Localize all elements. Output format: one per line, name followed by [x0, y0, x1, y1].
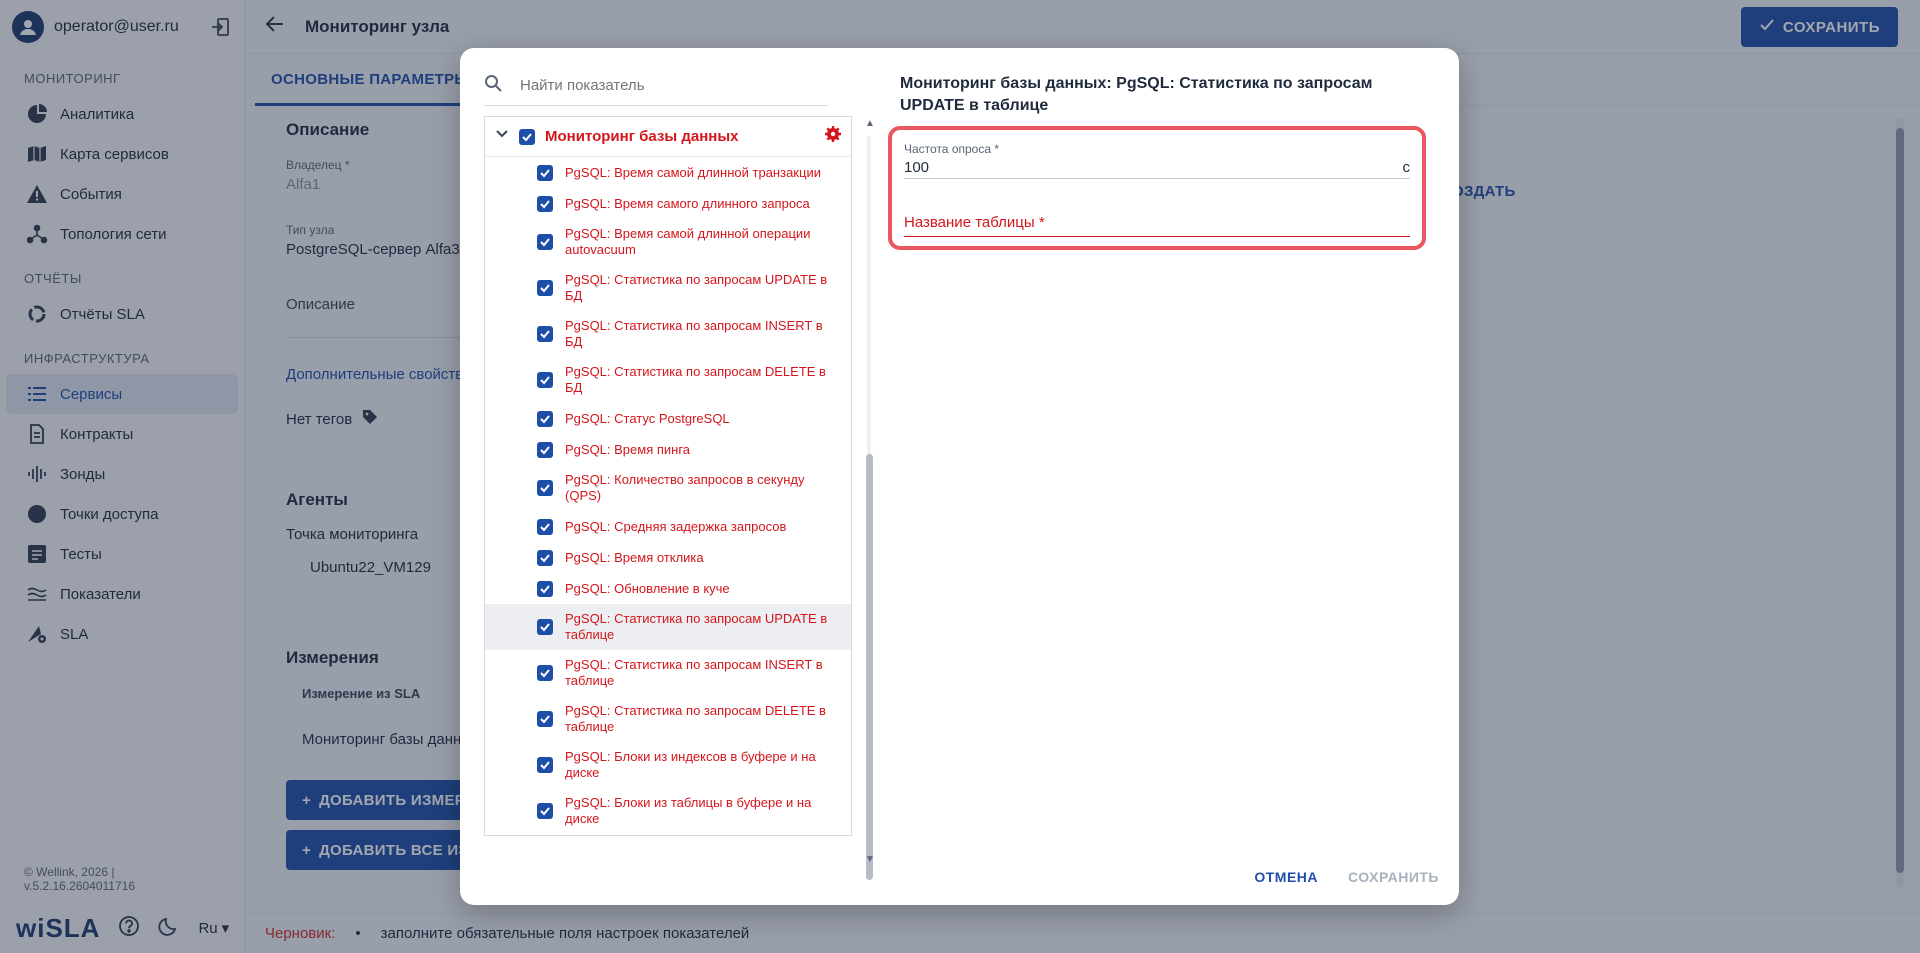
indicator-item-label: PgSQL: Время пинга	[565, 441, 691, 457]
poll-value-input[interactable]: 100	[904, 159, 929, 176]
item-checkbox[interactable]	[537, 280, 553, 296]
indicator-item-label: PgSQL: Время самой длинной операции auto…	[565, 226, 811, 257]
scroll-up-icon[interactable]: ▲	[865, 118, 875, 129]
indicator-item-label: PgSQL: Статистика по запросам DELETE в т…	[565, 703, 826, 734]
indicator-item[interactable]: PgSQL: Обновление в куче	[485, 573, 851, 604]
item-checkbox[interactable]	[537, 372, 553, 388]
indicator-item-label: PgSQL: Обновление в куче	[565, 580, 730, 596]
indicator-item-label: PgSQL: Количество запросов в секунду (QP…	[565, 472, 805, 503]
item-checkbox[interactable]	[537, 326, 553, 342]
indicator-items: PgSQL: Время самой длинной транзакции PgS…	[485, 157, 851, 834]
indicator-item[interactable]: PgSQL: Время пинга	[485, 434, 851, 465]
indicator-item-label: PgSQL: Время отклика	[565, 549, 704, 565]
indicator-item-label: PgSQL: Блоки из таблицы в буфере и на ди…	[565, 795, 812, 826]
poll-unit: с	[1402, 159, 1411, 176]
poll-label: Частота опроса *	[904, 142, 1000, 156]
indicator-item[interactable]: PgSQL: Количество запросов в секунду (QP…	[485, 465, 851, 511]
scroll-down-icon[interactable]: ▼	[865, 854, 875, 865]
list-scrollbar[interactable]: ▲ ▼	[864, 118, 875, 880]
indicator-dialog: Мониторинг базы данных PgSQL: Время само…	[460, 48, 1459, 905]
item-checkbox[interactable]	[537, 164, 553, 181]
indicator-item[interactable]: PgSQL: Статистика по запросам DELETE в Б…	[485, 357, 851, 403]
indicator-item[interactable]: PgSQL: Время самого длинного запроса	[485, 188, 851, 219]
indicator-item-label: PgSQL: Статистика по запросам INSERT в Б…	[565, 318, 823, 349]
item-checkbox[interactable]	[537, 711, 553, 727]
search-input[interactable]	[520, 77, 800, 94]
indicator-item[interactable]: PgSQL: Статистика по запросам UPDATE в т…	[485, 604, 851, 650]
indicator-item-label: PgSQL: Средняя задержка запросов	[565, 518, 787, 534]
poll-underline	[904, 178, 1410, 179]
indicator-item-label: PgSQL: Статистика по запросам UPDATE в т…	[565, 611, 828, 642]
cancel-button[interactable]: ОТМЕНА	[1254, 869, 1318, 885]
indicator-item[interactable]: PgSQL: Статистика по запросам INSERT в т…	[485, 650, 851, 696]
search-row	[484, 66, 828, 106]
item-checkbox[interactable]	[537, 803, 553, 819]
indicator-item-label: PgSQL: Время самой длинной транзакции	[565, 164, 821, 180]
indicator-item-label: PgSQL: Статус PostgreSQL	[565, 410, 730, 426]
indicator-item[interactable]: PgSQL: Статистика по запросам UPDATE в Б…	[485, 265, 851, 311]
dialog-save-button[interactable]: СОХРАНИТЬ	[1348, 869, 1439, 885]
item-checkbox[interactable]	[537, 195, 553, 212]
search-icon	[484, 74, 502, 97]
indicator-item[interactable]: PgSQL: Время отклика	[485, 542, 851, 573]
item-checkbox[interactable]	[537, 518, 553, 535]
indicator-item-label: PgSQL: Блоки из индексов в буфере и на д…	[565, 749, 816, 780]
item-checkbox[interactable]	[537, 234, 553, 250]
indicator-item-label: PgSQL: Статистика по запросам INSERT в т…	[565, 657, 823, 688]
item-checkbox[interactable]	[537, 410, 553, 427]
item-checkbox[interactable]	[537, 665, 553, 681]
list-scrollbar-thumb[interactable]	[866, 454, 873, 880]
table-name-underline	[904, 236, 1410, 237]
indicator-item[interactable]: PgSQL: Статистика по запросам DELETE в т…	[485, 696, 851, 742]
chevron-down-icon[interactable]	[495, 127, 509, 146]
item-checkbox[interactable]	[537, 549, 553, 566]
detail-title: Мониторинг базы данных: PgSQL: Статистик…	[900, 75, 1373, 114]
indicator-item[interactable]: PgSQL: Блоки из индексов в буфере и на д…	[485, 742, 851, 788]
group-title: Мониторинг базы данных	[545, 128, 739, 145]
item-checkbox[interactable]	[537, 480, 553, 496]
item-checkbox[interactable]	[537, 441, 553, 458]
indicator-item-label: PgSQL: Время самого длинного запроса	[565, 195, 810, 211]
settings-form: Частота опроса * 100 с Название таблицы …	[888, 126, 1426, 250]
indicator-item[interactable]: PgSQL: Время самой длинной операции auto…	[485, 219, 851, 265]
dialog-actions: ОТМЕНА СОХРАНИТЬ	[1254, 869, 1439, 885]
indicator-item[interactable]: PgSQL: Статус PostgreSQL	[485, 403, 851, 434]
item-checkbox[interactable]	[537, 619, 553, 635]
indicator-item-label: PgSQL: Статистика по запросам DELETE в Б…	[565, 364, 826, 395]
indicator-item[interactable]: PgSQL: Время самой длинной транзакции	[485, 157, 851, 188]
item-checkbox[interactable]	[537, 757, 553, 773]
indicator-item-label: PgSQL: Статистика по запросам UPDATE в Б…	[565, 272, 828, 303]
group-checkbox[interactable]	[519, 128, 535, 145]
indicator-list: Мониторинг базы данных PgSQL: Время само…	[484, 116, 852, 836]
group-header[interactable]: Мониторинг базы данных	[485, 117, 851, 157]
settings-gear-icon[interactable]	[825, 126, 841, 147]
indicator-item[interactable]: PgSQL: Статистика по запросам INSERT в Б…	[485, 311, 851, 357]
table-name-input[interactable]: Название таблицы *	[904, 214, 1045, 231]
indicator-item[interactable]: PgSQL: Блоки из таблицы в буфере и на ди…	[485, 788, 851, 834]
item-checkbox[interactable]	[537, 580, 553, 597]
indicator-item[interactable]: PgSQL: Средняя задержка запросов	[485, 511, 851, 542]
